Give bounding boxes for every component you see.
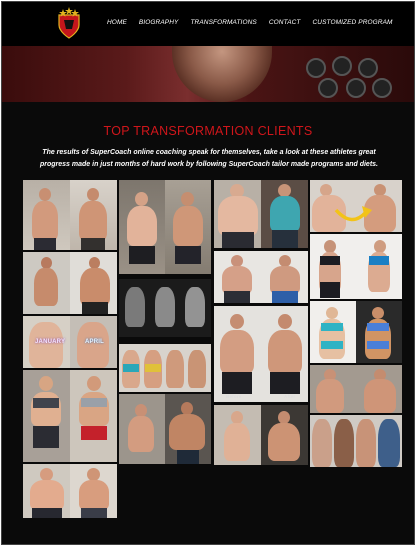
transformation-photo[interactable]: Before After	[214, 306, 308, 402]
section-title: TOP TRANSFORMATION CLIENTS	[103, 124, 313, 138]
nav-contact-link[interactable]: CONTACT	[269, 19, 301, 26]
nav-customized-program-link[interactable]: CUSTOMIZED PROGRAM	[313, 19, 393, 26]
transformation-photo[interactable]	[214, 251, 308, 303]
transformation-photo[interactable]	[310, 301, 402, 363]
arrow-right-icon	[334, 206, 372, 222]
hero-dumbbell-rack	[302, 54, 392, 100]
transformation-photo[interactable]	[23, 370, 117, 462]
transformation-photo[interactable]	[214, 180, 308, 248]
transformation-photo[interactable]	[23, 464, 117, 518]
transformation-photo[interactable]	[23, 252, 117, 314]
transformation-photo[interactable]: JANUARY APRIL	[23, 316, 117, 368]
nav-home-link[interactable]: HOME	[107, 19, 127, 26]
transformation-photo[interactable]	[119, 344, 211, 392]
photo-label-april: APRIL	[85, 339, 104, 345]
hero-athlete-torso	[172, 46, 272, 102]
shield-logo-icon[interactable]	[56, 7, 82, 39]
transformation-photo[interactable]	[119, 279, 211, 337]
transformation-photo[interactable]	[310, 234, 402, 299]
transformation-photo[interactable]	[310, 415, 402, 467]
photo-label-after: After	[284, 394, 296, 399]
nav-biography-link[interactable]: BIOGRAPHY	[139, 19, 179, 26]
photo-label-january: JANUARY	[35, 339, 66, 345]
transformation-photo[interactable]	[23, 180, 117, 250]
page: HOME BIOGRAPHY TRANSFORMATIONS CONTACT C…	[1, 1, 415, 545]
hero-banner-image	[2, 46, 414, 102]
transformation-photo[interactable]	[310, 180, 402, 232]
top-navbar: HOME BIOGRAPHY TRANSFORMATIONS CONTACT C…	[2, 2, 414, 46]
transformation-photo[interactable]	[310, 365, 402, 413]
transformation-photo[interactable]	[119, 394, 211, 464]
main-nav: HOME BIOGRAPHY TRANSFORMATIONS CONTACT C…	[107, 19, 405, 26]
section-intro: The results of SuperCoach online coachin…	[40, 149, 378, 168]
nav-transformations-link[interactable]: TRANSFORMATIONS	[190, 19, 256, 26]
photo-label-before: Before	[226, 394, 242, 399]
transformation-photo[interactable]	[214, 405, 308, 465]
transformation-photo[interactable]	[119, 180, 211, 274]
